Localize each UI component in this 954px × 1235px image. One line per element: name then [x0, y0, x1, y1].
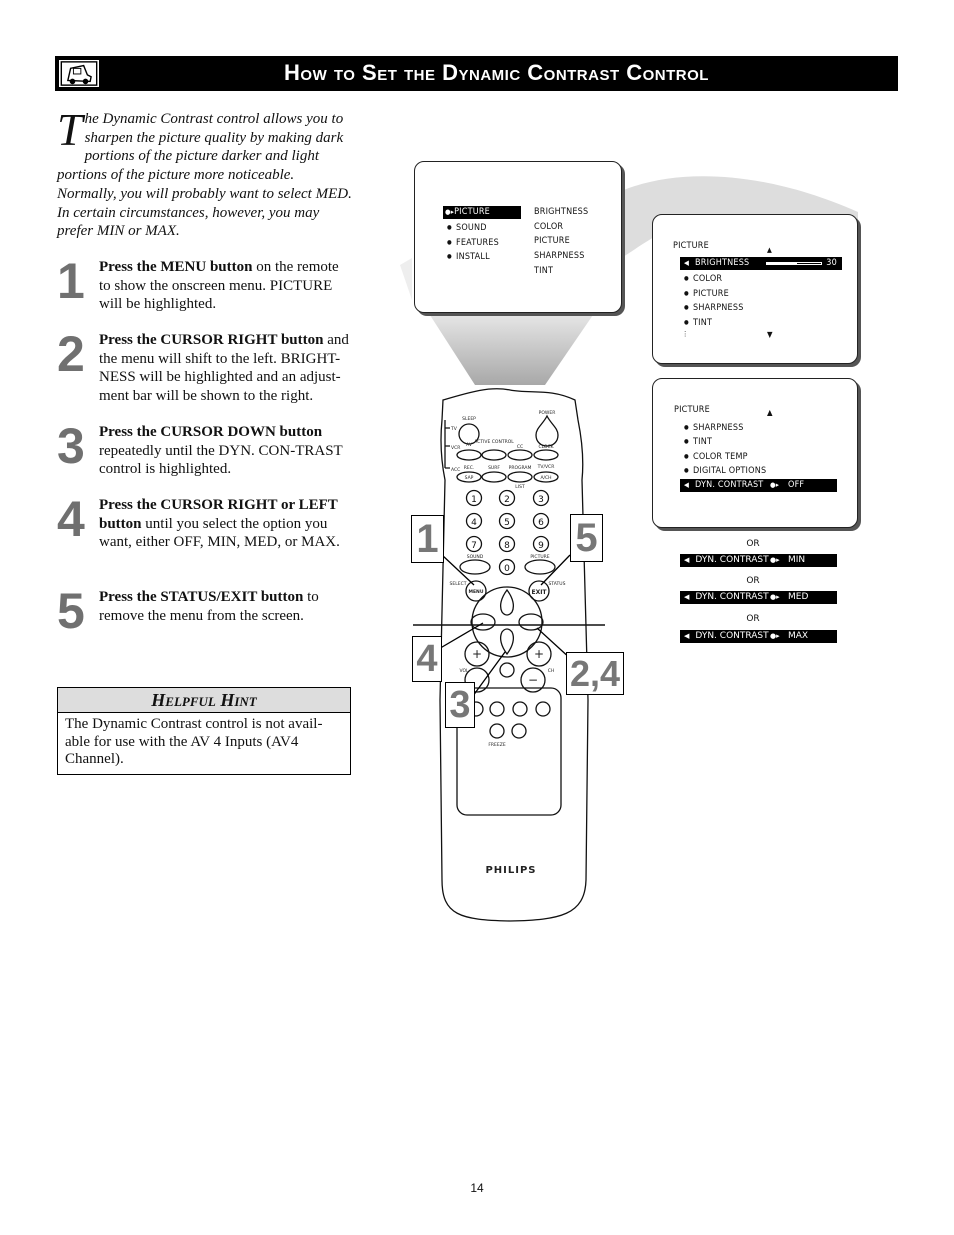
digit-label: 0	[504, 564, 510, 574]
sap-label: SAP	[465, 475, 474, 481]
clock-label: CLOCK	[538, 444, 554, 450]
rec-label: REC.	[464, 465, 475, 471]
digit-label: 6	[538, 518, 544, 528]
menu-label: MENU	[469, 589, 484, 595]
surf-label: SURF	[488, 465, 500, 471]
callout-step-2-4: 2,4	[566, 652, 624, 695]
cc-label: CC	[517, 444, 523, 450]
digit-label: 4	[471, 518, 477, 528]
digit-label: 2	[504, 495, 510, 505]
power-label: POWER	[539, 410, 556, 416]
digit-label: 3	[538, 495, 544, 505]
plus-icon: +	[472, 647, 482, 661]
minus-icon: −	[528, 673, 538, 687]
status-label: STATUS	[549, 581, 566, 587]
page-number: 14	[470, 1181, 484, 1195]
ch-label: CH	[548, 668, 555, 674]
digit-label: 1	[471, 495, 477, 505]
callout-step-1: 1	[411, 515, 444, 563]
select-label: SELECT	[450, 581, 467, 587]
acc-label: ACC	[451, 467, 460, 473]
freeze-label: FREEZE	[488, 742, 505, 748]
callout-step-4: 4	[412, 636, 442, 682]
ach-label: A/CH	[540, 475, 551, 481]
vcr-label: VCR	[451, 445, 460, 451]
av-label: AV	[466, 442, 473, 448]
picture-label: PICTURE	[530, 554, 549, 560]
program-label: PROGRAM	[509, 465, 532, 471]
digit-label: 7	[471, 541, 477, 551]
digit-label: 9	[538, 541, 544, 551]
vol-label: VOL	[459, 668, 469, 674]
sound-label: SOUND	[467, 554, 484, 560]
sleep-label: SLEEP	[462, 416, 476, 422]
callout-step-3: 3	[445, 682, 475, 728]
callout-step-5: 5	[570, 514, 603, 562]
tvvcr-label: TV/VCR	[537, 464, 555, 470]
remote-control: 123 456 789 0 SLEEP POWER TV VCR ACC AV …	[413, 388, 605, 922]
list-label: LIST	[515, 484, 525, 490]
digit-label: 5	[504, 518, 510, 528]
exit-label: EXIT	[531, 589, 547, 596]
digit-label: 8	[504, 541, 510, 551]
diagram: ●▸PICTURE SOUND FEATURES INSTALL BRIGHTN…	[0, 0, 954, 1235]
active-control-label: ACTIVE CONTROL	[474, 439, 514, 445]
plus-icon: +	[534, 647, 544, 661]
tv-label: TV	[450, 426, 458, 432]
brand-logo: PHILIPS	[485, 865, 536, 876]
